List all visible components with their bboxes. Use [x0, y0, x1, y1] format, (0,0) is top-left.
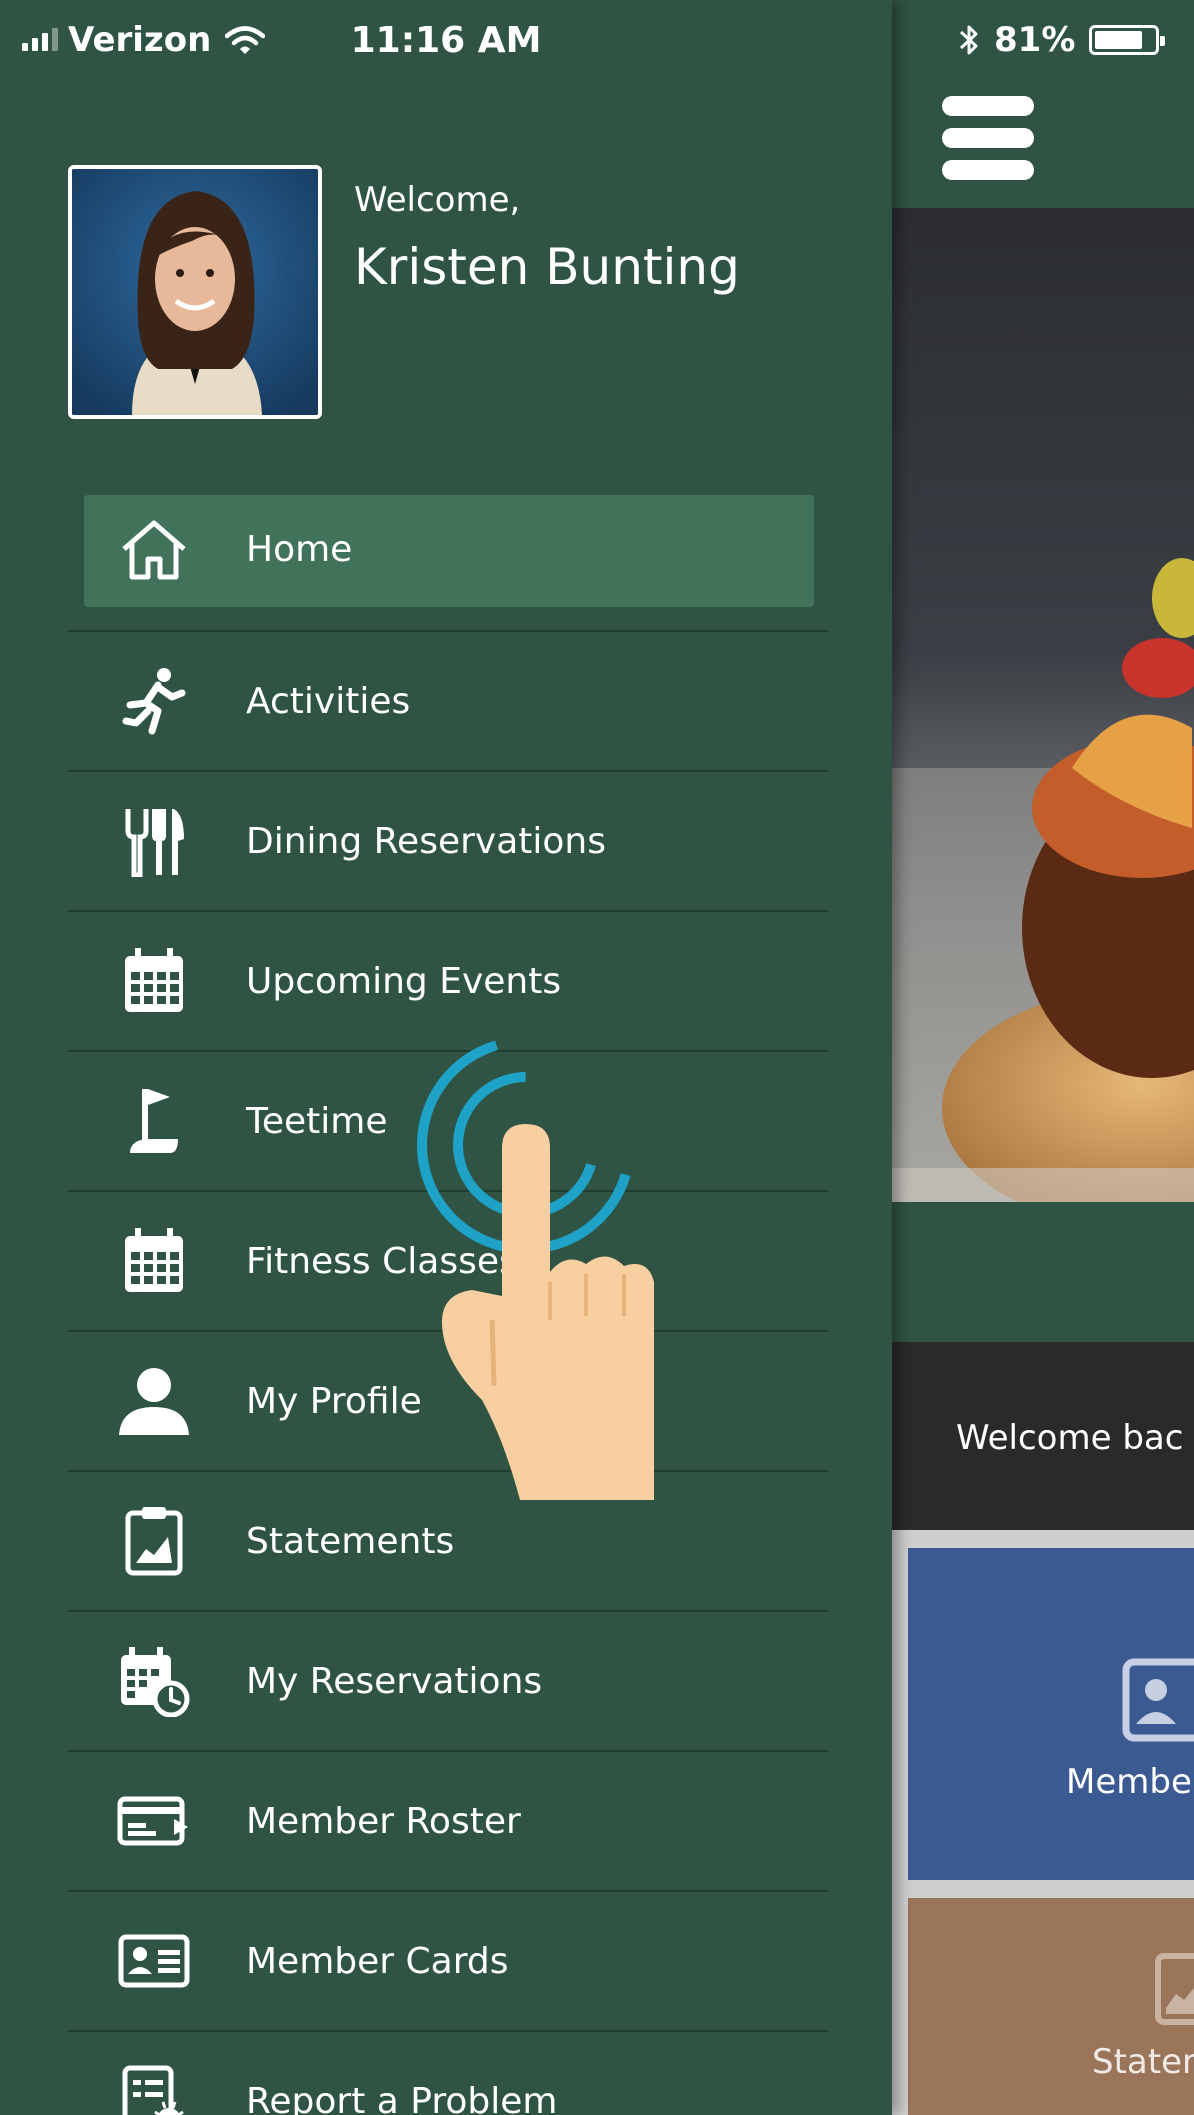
calendar-icon	[114, 941, 194, 1021]
menu-item-label: My Profile	[246, 1380, 422, 1422]
hero-image	[892, 208, 1194, 1202]
menu-item-member-roster[interactable]: Member Roster	[68, 1752, 828, 1892]
menu-item-label: Member Cards	[246, 1940, 509, 1982]
welcome-label: Welcome,	[354, 180, 521, 220]
member-cards-tile-label: Membe	[1066, 1762, 1192, 1802]
id-card-icon	[114, 1921, 194, 2001]
menu-item-my-reservations[interactable]: My Reservations	[68, 1612, 828, 1752]
menu-item-label: Member Roster	[246, 1800, 521, 1842]
running-person-icon	[114, 661, 194, 741]
id-card-icon	[1122, 1658, 1194, 1742]
clipboard-chart-icon	[114, 1501, 194, 1581]
menu-item-label: Upcoming Events	[246, 960, 562, 1002]
battery-icon	[1089, 25, 1166, 55]
menu-item-dining-reservations[interactable]: Dining Reservations	[68, 772, 828, 912]
utensils-icon	[114, 801, 194, 881]
tap-gesture-indicator	[400, 1020, 720, 1540]
home-icon	[114, 509, 194, 589]
battery-percentage: 81%	[994, 20, 1076, 60]
menu-item-report-a-problem[interactable]: Report a Problem	[68, 2032, 828, 2115]
calendar-icon	[114, 1221, 194, 1301]
hamburger-menu-button[interactable]	[942, 96, 1034, 180]
menu-item-label: Teetime	[246, 1100, 388, 1142]
menu-item-label: Activities	[246, 680, 411, 722]
member-cards-tile[interactable]	[908, 1548, 1194, 1880]
menu-item-label: Dining Reservations	[246, 820, 606, 862]
avatar[interactable]	[68, 165, 322, 419]
card-list-icon	[114, 1781, 194, 1861]
menu-item-home[interactable]: Home	[68, 492, 828, 632]
clipboard-chart-icon	[1155, 1953, 1194, 2025]
section-band	[892, 1202, 1194, 1342]
menu-item-label: Home	[246, 528, 353, 570]
statements-tile-label: Stater	[1092, 2042, 1194, 2082]
user-icon	[114, 1361, 194, 1441]
menu-item-activities[interactable]: Activities	[68, 632, 828, 772]
bug-report-icon	[114, 2061, 194, 2115]
status-bar-right: 81%	[958, 0, 1166, 80]
menu-item-label: Report a Problem	[246, 2080, 558, 2115]
menu-item-label: My Reservations	[246, 1660, 543, 1702]
golf-flag-icon	[114, 1081, 194, 1161]
bluetooth-icon	[959, 25, 978, 55]
welcome-back-text: Welcome bac	[956, 1418, 1184, 1458]
user-name: Kristen Bunting	[354, 238, 740, 296]
status-bar-time: 11:16 AM	[350, 19, 542, 61]
statements-tile[interactable]	[908, 1898, 1194, 2115]
calendar-clock-icon	[114, 1641, 194, 1721]
menu-item-member-cards[interactable]: Member Cards	[68, 1892, 828, 2032]
